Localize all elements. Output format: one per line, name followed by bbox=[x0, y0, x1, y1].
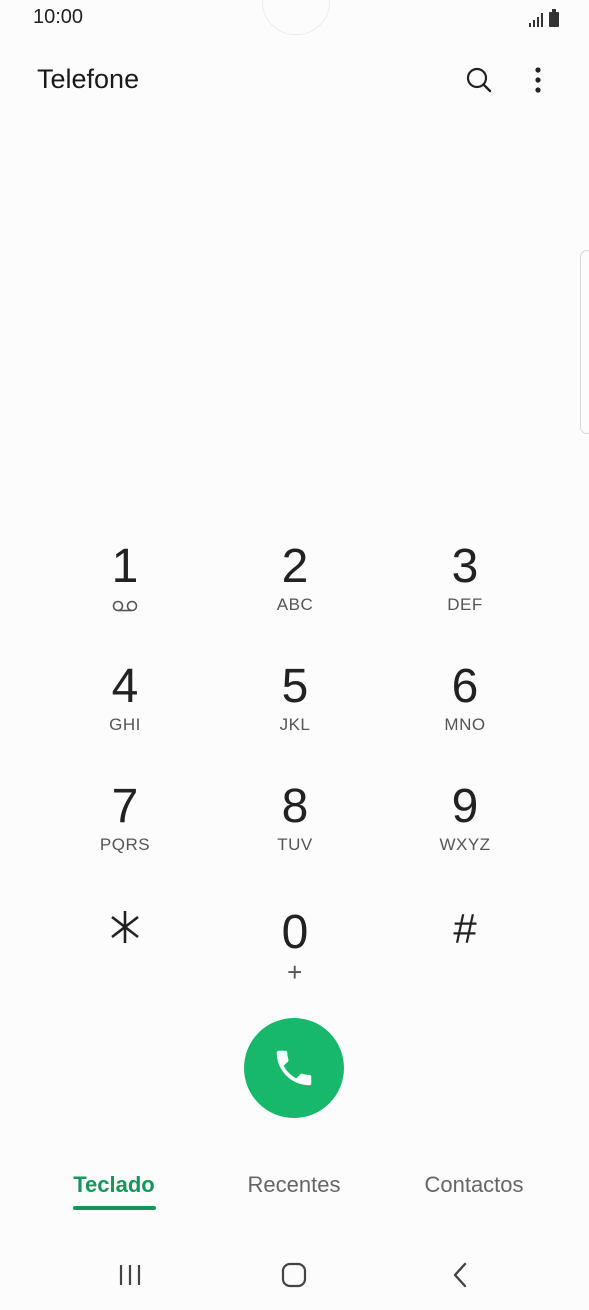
key-2[interactable]: 2 ABC bbox=[210, 535, 380, 655]
key-digit: 5 bbox=[281, 660, 309, 713]
key-digit: 6 bbox=[451, 660, 479, 713]
search-icon bbox=[466, 67, 492, 93]
key-letters: JKL bbox=[279, 715, 311, 734]
phone-icon bbox=[276, 1050, 312, 1086]
tab-teclado[interactable]: Teclado bbox=[54, 1172, 174, 1198]
key-digit: # bbox=[453, 905, 477, 952]
key-7[interactable]: 7 PQRS bbox=[40, 775, 210, 895]
key-8[interactable]: 8 TUV bbox=[210, 775, 380, 895]
edge-panel-handle[interactable] bbox=[580, 250, 589, 434]
home-button[interactable] bbox=[274, 1258, 314, 1292]
key-digit: 1 bbox=[111, 540, 139, 593]
key-letters: DEF bbox=[447, 595, 483, 614]
key-digit: 4 bbox=[111, 660, 139, 713]
bottom-tabs: Teclado Recentes Contactos bbox=[0, 1168, 589, 1218]
status-bar: 10:00 bbox=[0, 0, 589, 38]
voicemail-icon bbox=[112, 600, 138, 612]
key-letters: GHI bbox=[109, 715, 141, 734]
key-digit: 0 bbox=[281, 906, 309, 959]
status-time: 10:00 bbox=[33, 6, 84, 28]
key-6[interactable]: 6 MNO bbox=[380, 655, 550, 775]
key-3[interactable]: 3 DEF bbox=[380, 535, 550, 655]
key-digit: 3 bbox=[451, 540, 479, 593]
key-plus: + bbox=[287, 957, 303, 987]
system-nav-bar bbox=[0, 1240, 589, 1310]
key-1[interactable]: 1 bbox=[40, 535, 210, 655]
key-digit: 8 bbox=[281, 780, 309, 833]
key-hash[interactable]: # bbox=[380, 895, 550, 1015]
key-letters: WXYZ bbox=[439, 835, 491, 854]
signal-icon bbox=[529, 11, 543, 27]
status-icons bbox=[529, 9, 559, 27]
key-star[interactable]: * bbox=[40, 895, 210, 1015]
back-icon bbox=[453, 1262, 467, 1288]
dialpad: 1 2 ABC 3 DEF 4 GHI 5 JKL 6 MNO 7 PQRS 8… bbox=[40, 535, 550, 1015]
call-button[interactable] bbox=[244, 1018, 344, 1118]
battery-icon bbox=[549, 9, 559, 27]
recent-apps-icon bbox=[119, 1265, 141, 1285]
app-bar: Telefone bbox=[0, 52, 589, 108]
key-letters: MNO bbox=[444, 715, 486, 734]
tab-recentes[interactable]: Recentes bbox=[224, 1172, 364, 1198]
key-digit: 9 bbox=[451, 780, 479, 833]
more-vert-icon bbox=[535, 67, 541, 93]
home-icon bbox=[281, 1262, 307, 1288]
active-tab-indicator bbox=[73, 1206, 156, 1210]
recent-apps-button[interactable] bbox=[110, 1258, 150, 1292]
key-0[interactable]: 0 + bbox=[210, 895, 380, 1015]
key-letters: ABC bbox=[276, 595, 314, 614]
key-digit: 2 bbox=[281, 540, 309, 593]
key-letters: TUV bbox=[277, 835, 313, 854]
camera-notch bbox=[262, 0, 330, 35]
key-digit: 7 bbox=[111, 780, 139, 833]
tab-contactos[interactable]: Contactos bbox=[404, 1172, 544, 1198]
more-options-button[interactable] bbox=[518, 60, 558, 100]
key-9[interactable]: 9 WXYZ bbox=[380, 775, 550, 895]
key-4[interactable]: 4 GHI bbox=[40, 655, 210, 775]
back-button[interactable] bbox=[440, 1258, 480, 1292]
page-title: Telefone bbox=[37, 64, 140, 94]
key-5[interactable]: 5 JKL bbox=[210, 655, 380, 775]
search-button[interactable] bbox=[459, 60, 499, 100]
key-letters: PQRS bbox=[99, 835, 151, 854]
asterisk-icon bbox=[111, 911, 139, 943]
